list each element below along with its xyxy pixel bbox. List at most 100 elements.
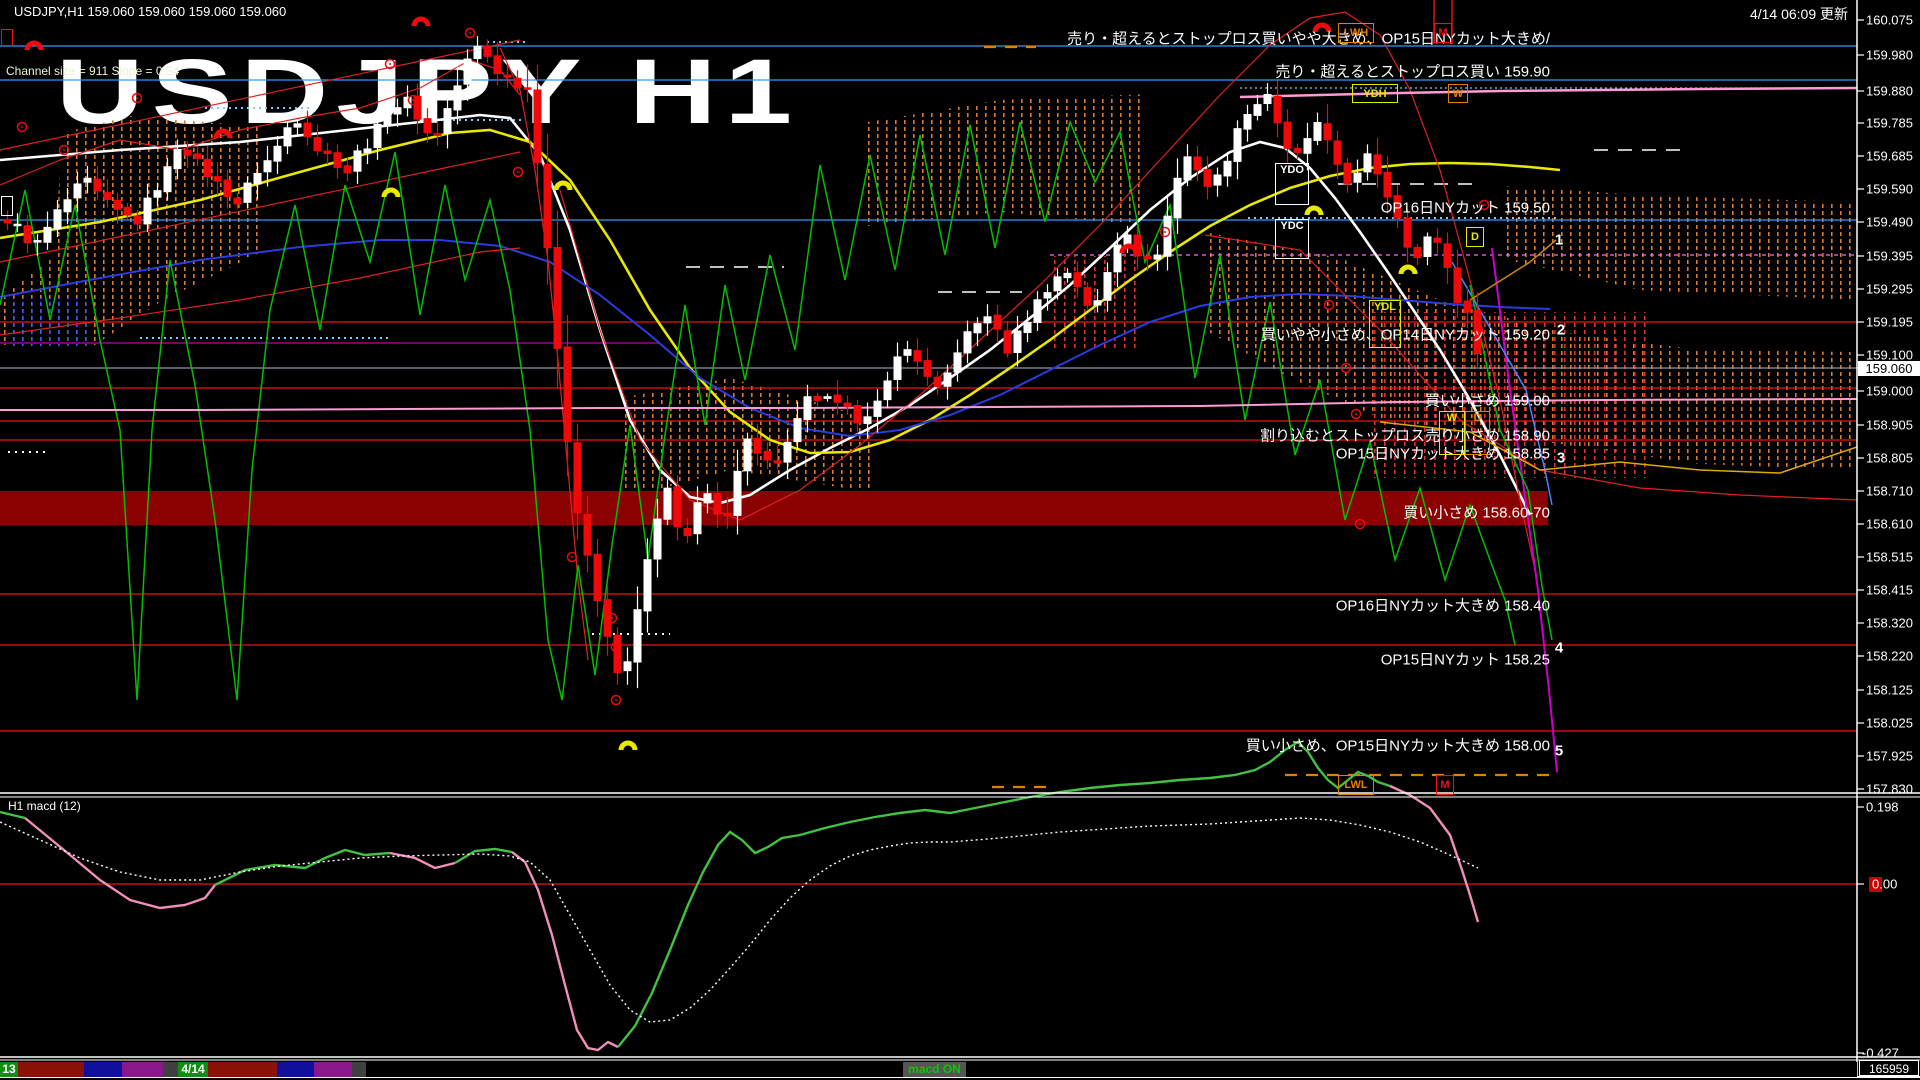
candle (704, 494, 711, 503)
candle (364, 149, 371, 152)
buy-zone-band (0, 491, 1548, 525)
candle (774, 461, 781, 463)
candle (864, 417, 871, 424)
candle (484, 46, 491, 56)
buy-marker-icon (384, 190, 398, 197)
candle (1334, 141, 1341, 164)
candle (1214, 175, 1221, 185)
candle (1274, 96, 1281, 123)
candle (1304, 139, 1311, 154)
candle (1474, 310, 1481, 353)
candle (304, 123, 311, 137)
candle (294, 124, 301, 127)
candle (384, 114, 391, 124)
candle (374, 124, 381, 147)
pink-pivot-top (1240, 88, 1857, 97)
candle (944, 373, 951, 386)
candle (724, 513, 731, 516)
candle (904, 350, 911, 356)
candle (1434, 238, 1441, 242)
candle (654, 519, 661, 559)
sell-marker-icon (1122, 246, 1136, 253)
candle (1004, 331, 1011, 353)
candle (244, 183, 251, 202)
candle (834, 395, 841, 402)
candle (524, 88, 531, 90)
candle (84, 178, 91, 182)
candle (1354, 173, 1361, 182)
candle (784, 442, 791, 462)
candle (1344, 163, 1351, 184)
buy-marker-icon (621, 743, 635, 750)
candle (1084, 288, 1091, 305)
candle (314, 138, 321, 151)
candle (1224, 161, 1231, 176)
candle (954, 353, 961, 372)
candle (1054, 277, 1061, 291)
candle (94, 179, 101, 191)
candle (264, 161, 271, 172)
candle (164, 167, 171, 192)
candle (584, 514, 591, 555)
candle (44, 227, 51, 242)
candle (694, 503, 701, 534)
candle (214, 177, 221, 181)
candle (144, 198, 151, 224)
candle (644, 560, 651, 611)
candle (1314, 123, 1321, 141)
candle (1384, 172, 1391, 197)
candle (234, 198, 241, 204)
candle (934, 377, 941, 386)
candle (34, 241, 41, 243)
candle (744, 439, 751, 471)
candle (754, 438, 761, 453)
candle (674, 487, 681, 527)
candle (1364, 154, 1371, 172)
candle (854, 406, 861, 423)
candle (634, 610, 641, 662)
candle (1094, 301, 1101, 305)
candle (204, 159, 211, 176)
candle (1424, 237, 1431, 257)
candle (194, 154, 201, 158)
candle (1444, 244, 1451, 268)
candle (664, 488, 671, 519)
candle (1174, 178, 1181, 218)
candle (1454, 268, 1461, 303)
candle (1374, 155, 1381, 174)
candle (424, 119, 431, 133)
candle (334, 153, 341, 168)
candle (554, 247, 561, 348)
candle (104, 193, 111, 200)
candle (1284, 122, 1291, 148)
candle (464, 59, 471, 84)
buy-marker-icon (1401, 267, 1415, 274)
candle (74, 184, 81, 198)
candle (224, 180, 231, 197)
candle (884, 381, 891, 400)
candle (1034, 300, 1041, 323)
candle (1234, 129, 1241, 162)
candle (14, 224, 21, 226)
chart-canvas[interactable] (0, 0, 1920, 1080)
buy-marker-icon (1307, 208, 1321, 215)
candle (1024, 323, 1031, 333)
candle (1464, 301, 1471, 312)
candle (154, 191, 161, 198)
sell-marker-icon (414, 19, 428, 26)
candle (734, 471, 741, 515)
candle (504, 75, 511, 77)
candle (544, 164, 551, 247)
candle (844, 403, 851, 406)
candle (24, 226, 31, 243)
trading-chart-window: USDJPY H1 USDJPY,H1 159.060 159.060 159.… (0, 0, 1920, 1080)
candle (54, 210, 61, 229)
candle (454, 86, 461, 110)
candle (804, 397, 811, 420)
candle (1404, 218, 1411, 247)
candle (1264, 95, 1271, 104)
red-crash (500, 48, 588, 660)
candle (624, 662, 631, 671)
candle (1074, 273, 1081, 287)
sell-marker-icon (1315, 25, 1329, 32)
